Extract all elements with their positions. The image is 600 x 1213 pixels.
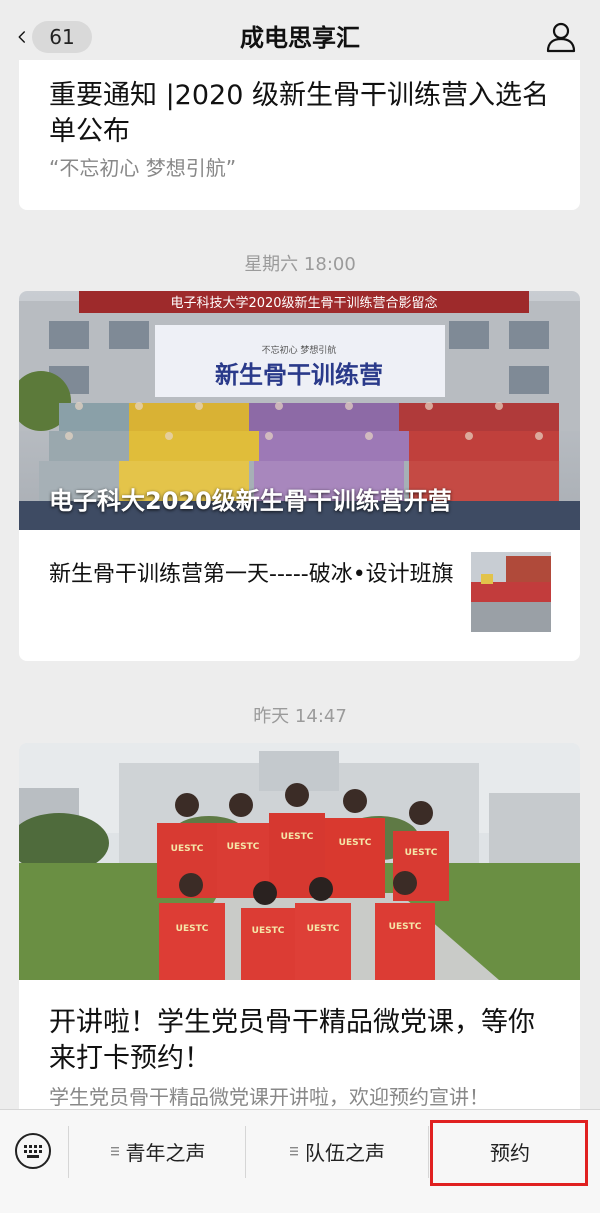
article-headline: 开讲啦！学生党员骨干精品微党课，等你来打卡预约！ [49, 1007, 535, 1074]
cover-image[interactable]: 电子科技大学2020级新生骨干训练营合影留念 不忘初心 梦想引航 新生骨干训练营 [19, 291, 580, 530]
person-icon[interactable] [544, 20, 578, 54]
shirt-label: UESTC [405, 848, 438, 858]
message-timestamp: 星期六 18:00 [244, 254, 356, 275]
message-card[interactable]: 重要通知 |2020 级新生骨干训练营入选名单公布 [19, 60, 580, 210]
bottom-menu: 青年之声 队伍之声 预约 [0, 1109, 600, 1213]
students-photo-image: UESTC UESTC UESTC UESTC UESTC UESTC UEST… [19, 743, 580, 980]
board-title: 新生骨干训练营 [215, 361, 383, 389]
article-headline: 重要通知 |2020 级新生骨干训练营入选名单公布 [49, 80, 549, 147]
shirt-label: UESTC [307, 924, 340, 934]
submenu-icon [110, 1147, 119, 1156]
menu-item-label: 青年之声 [125, 1140, 206, 1165]
message-timestamp: 昨天 14:47 [253, 706, 347, 727]
sub-article-thumbnail [471, 552, 551, 632]
shirt-label: UESTC [339, 838, 372, 848]
sub-article-title: 新生骨干训练营第一天-----破冰•设计班旗 [49, 562, 454, 587]
banner-title: 电子科技大学2020级新生骨干训练营合影留念 [170, 295, 437, 311]
shirt-label: UESTC [176, 924, 209, 934]
keyboard-icon[interactable] [14, 1132, 52, 1170]
article-group-card[interactable]: 电子科技大学2020级新生骨干训练营合影留念 不忘初心 梦想引航 新生骨干训练营 [19, 291, 580, 661]
shirt-label: UESTC [171, 844, 204, 854]
menu-item-label: 队伍之声 [305, 1140, 385, 1165]
menu-item-youth-voice[interactable]: 青年之声 [70, 1128, 245, 1174]
highlight-box [430, 1120, 588, 1186]
cover-image[interactable]: UESTC UESTC UESTC UESTC UESTC UESTC UEST… [19, 743, 580, 980]
menu-divider [68, 1126, 69, 1178]
shirt-label: UESTC [389, 922, 422, 932]
sub-article-item[interactable]: 新生骨干训练营第一天-----破冰•设计班旗 [19, 530, 580, 661]
shirt-label: UESTC [281, 832, 314, 842]
message-card[interactable]: UESTC UESTC UESTC UESTC UESTC UESTC UEST… [19, 743, 580, 1143]
menu-item-team-voice[interactable]: 队伍之声 [246, 1128, 428, 1174]
article-digest: 学生党员骨干精品微党课开讲啦，欢迎预约宣讲！ [49, 1085, 489, 1109]
menu-divider [428, 1126, 429, 1178]
submenu-icon [290, 1147, 298, 1156]
shirt-label: UESTC [227, 842, 260, 852]
cover-caption: 电子科大2020级新生骨干训练营开营 [49, 487, 452, 515]
board-subtitle: 不忘初心 梦想引航 [262, 344, 337, 356]
page-title: 成电思享汇 [240, 24, 360, 52]
shirt-label: UESTC [252, 926, 285, 936]
